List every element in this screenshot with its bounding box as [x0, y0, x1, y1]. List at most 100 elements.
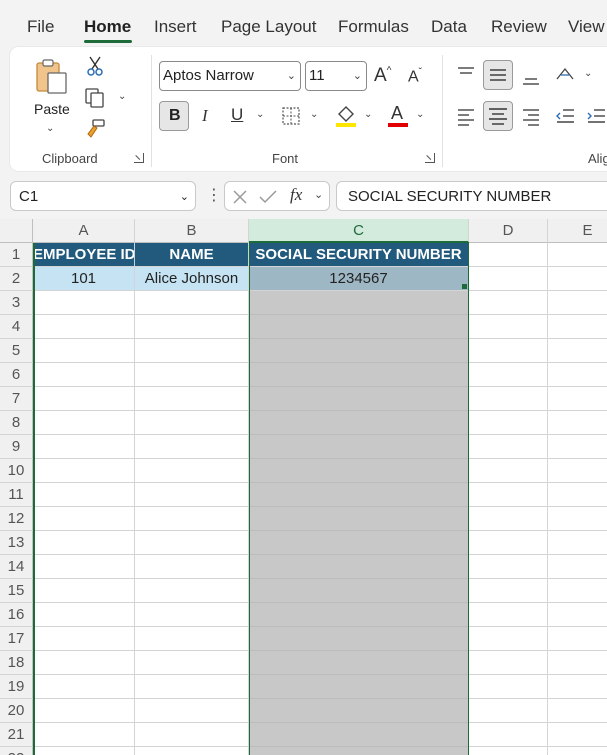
- row-header-11[interactable]: 11: [0, 483, 33, 507]
- cell-d18[interactable]: [469, 651, 548, 675]
- cell-a3[interactable]: [33, 291, 135, 315]
- cell-a22[interactable]: [33, 747, 135, 755]
- cell-a17[interactable]: [33, 627, 135, 651]
- copy-dropdown-chevron-icon[interactable]: ⌄: [118, 91, 126, 102]
- column-header-a[interactable]: A: [33, 219, 135, 243]
- decrease-indent-icon[interactable]: [554, 105, 576, 127]
- cell-c22[interactable]: [249, 747, 469, 755]
- row-header-6[interactable]: 6: [0, 363, 33, 387]
- fill-handle[interactable]: [462, 284, 467, 289]
- cell-b12[interactable]: [135, 507, 249, 531]
- cell-e21[interactable]: [548, 723, 607, 747]
- cell-e18[interactable]: [548, 651, 607, 675]
- increase-font-size-icon[interactable]: A^: [374, 65, 391, 87]
- row-header-4[interactable]: 4: [0, 315, 33, 339]
- cell-a9[interactable]: [33, 435, 135, 459]
- column-header-e[interactable]: E: [548, 219, 607, 243]
- row-header-8[interactable]: 8: [0, 411, 33, 435]
- cell-a14[interactable]: [33, 555, 135, 579]
- cell-c17[interactable]: [249, 627, 469, 651]
- decrease-font-size-icon[interactable]: Aˇ: [408, 67, 422, 86]
- column-header-b[interactable]: B: [135, 219, 249, 243]
- cell-b19[interactable]: [135, 675, 249, 699]
- enter-check-icon[interactable]: [258, 188, 278, 206]
- fill-color-dropdown-chevron-icon[interactable]: ⌄: [364, 109, 372, 120]
- cell-c11[interactable]: [249, 483, 469, 507]
- cell-e4[interactable]: [548, 315, 607, 339]
- font-launcher-icon[interactable]: [425, 153, 435, 163]
- cell-e9[interactable]: [548, 435, 607, 459]
- cell-c7[interactable]: [249, 387, 469, 411]
- more-options-icon[interactable]: ⋮: [206, 185, 222, 205]
- cell-c4[interactable]: [249, 315, 469, 339]
- cell-a7[interactable]: [33, 387, 135, 411]
- cell-c6[interactable]: [249, 363, 469, 387]
- center-align-button[interactable]: [483, 101, 513, 131]
- cell-a20[interactable]: [33, 699, 135, 723]
- cell-b9[interactable]: [135, 435, 249, 459]
- cell-a4[interactable]: [33, 315, 135, 339]
- cell-e1[interactable]: [548, 243, 607, 267]
- cell-d2[interactable]: [469, 267, 548, 291]
- row-header-16[interactable]: 16: [0, 603, 33, 627]
- cell-e11[interactable]: [548, 483, 607, 507]
- cell-c16[interactable]: [249, 603, 469, 627]
- cell-b1[interactable]: NAME: [135, 243, 249, 267]
- cell-b14[interactable]: [135, 555, 249, 579]
- cell-d17[interactable]: [469, 627, 548, 651]
- cell-b20[interactable]: [135, 699, 249, 723]
- row-header-20[interactable]: 20: [0, 699, 33, 723]
- cell-e16[interactable]: [548, 603, 607, 627]
- cell-e12[interactable]: [548, 507, 607, 531]
- tab-data[interactable]: Data: [431, 17, 467, 37]
- row-header-5[interactable]: 5: [0, 339, 33, 363]
- cell-a18[interactable]: [33, 651, 135, 675]
- cell-c5[interactable]: [249, 339, 469, 363]
- cell-c9[interactable]: [249, 435, 469, 459]
- cell-c19[interactable]: [249, 675, 469, 699]
- cell-c12[interactable]: [249, 507, 469, 531]
- cell-d10[interactable]: [469, 459, 548, 483]
- cell-b8[interactable]: [135, 411, 249, 435]
- font-color-icon[interactable]: A: [386, 103, 410, 129]
- cell-d19[interactable]: [469, 675, 548, 699]
- cell-b15[interactable]: [135, 579, 249, 603]
- cell-d9[interactable]: [469, 435, 548, 459]
- clipboard-launcher-icon[interactable]: [134, 153, 144, 163]
- align-right-icon[interactable]: [520, 105, 542, 127]
- tab-review[interactable]: Review: [491, 17, 547, 37]
- tab-file[interactable]: File: [27, 17, 54, 37]
- cell-a19[interactable]: [33, 675, 135, 699]
- cell-d22[interactable]: [469, 747, 548, 755]
- tab-insert[interactable]: Insert: [154, 17, 197, 37]
- cell-d14[interactable]: [469, 555, 548, 579]
- tab-page-layout[interactable]: Page Layout: [221, 17, 316, 37]
- cell-e6[interactable]: [548, 363, 607, 387]
- cell-a1[interactable]: EMPLOYEE ID: [33, 243, 135, 267]
- cell-d13[interactable]: [469, 531, 548, 555]
- row-header-1[interactable]: 1: [0, 243, 33, 267]
- cell-c3[interactable]: [249, 291, 469, 315]
- cell-e5[interactable]: [548, 339, 607, 363]
- orientation-icon[interactable]: [553, 63, 577, 85]
- cell-b6[interactable]: [135, 363, 249, 387]
- paste-icon[interactable]: [32, 57, 72, 97]
- row-header-14[interactable]: 14: [0, 555, 33, 579]
- row-header-3[interactable]: 3: [0, 291, 33, 315]
- worksheet-grid[interactable]: A B C D E 1 EMPLOYEE ID NAME SOCIAL SECURIT…: [0, 219, 607, 755]
- cell-c14[interactable]: [249, 555, 469, 579]
- row-header-9[interactable]: 9: [0, 435, 33, 459]
- cell-b7[interactable]: [135, 387, 249, 411]
- row-header-19[interactable]: 19: [0, 675, 33, 699]
- cell-e15[interactable]: [548, 579, 607, 603]
- cell-d1[interactable]: [469, 243, 548, 267]
- underline-icon[interactable]: U: [231, 105, 243, 125]
- bold-button[interactable]: B: [159, 101, 189, 131]
- cell-c2[interactable]: 1234567: [249, 267, 469, 291]
- paste-dropdown-chevron-icon[interactable]: ⌄: [46, 123, 54, 134]
- cell-c1[interactable]: SOCIAL SECURITY NUMBER: [249, 243, 469, 267]
- cell-a16[interactable]: [33, 603, 135, 627]
- cell-d12[interactable]: [469, 507, 548, 531]
- name-box[interactable]: C1 ⌄: [10, 181, 196, 211]
- cell-b11[interactable]: [135, 483, 249, 507]
